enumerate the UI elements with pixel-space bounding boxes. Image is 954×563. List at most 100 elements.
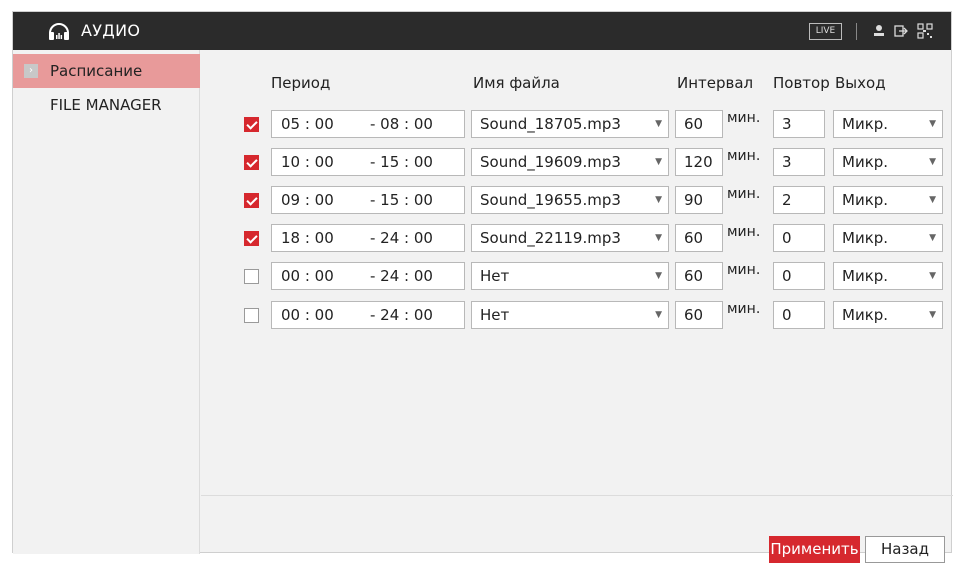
sidebar-item-file-manager[interactable]: FILE MANAGER [13,88,200,122]
column-header-repeat: Повтор [773,74,830,92]
period-end[interactable]: - 15 : 00 [370,149,433,175]
repeat-input[interactable]: 0 [773,224,825,252]
enable-checkbox[interactable] [244,269,259,284]
page-title: АУДИО [81,21,141,40]
repeat-input[interactable]: 2 [773,186,825,214]
file-select-value: Sound_19655.mp3 [480,191,621,209]
repeat-input[interactable]: 0 [773,301,825,329]
output-select[interactable]: Микр. ▼ [833,186,943,214]
output-select[interactable]: Микр. ▼ [833,224,943,252]
sidebar-item-label: Расписание [50,62,143,80]
period-start[interactable]: 00 : 00 [281,263,334,289]
column-header-output: Выход [835,74,886,92]
dropdown-arrow-icon: ▼ [655,119,662,129]
column-header-file: Имя файла [473,74,560,92]
file-select[interactable]: Sound_22119.mp3 ▼ [471,224,669,252]
output-select-value: Микр. [842,115,889,133]
dropdown-arrow-icon: ▼ [655,233,662,243]
dropdown-arrow-icon: ▼ [929,157,936,167]
output-select-value: Микр. [842,229,889,247]
interval-unit: мин. [727,148,761,164]
apply-button[interactable]: Применить [769,536,860,563]
interval-unit: мин. [727,262,761,278]
output-select-value: Микр. [842,306,889,324]
table-row: 18 : 00 - 24 : 00 Sound_22119.mp3 ▼ 60 мин. 0 М… [201,224,953,252]
enable-checkbox[interactable] [244,117,259,132]
live-button[interactable]: LIVE [809,23,842,40]
repeat-input[interactable]: 3 [773,148,825,176]
period-end[interactable]: - 24 : 00 [370,263,433,289]
period-end[interactable]: - 24 : 00 [370,225,433,251]
interval-input[interactable]: 60 [675,301,723,329]
output-select[interactable]: Микр. ▼ [833,301,943,329]
repeat-input[interactable]: 3 [773,110,825,138]
file-select[interactable]: Нет ▼ [471,262,669,290]
dropdown-arrow-icon: ▼ [929,195,936,205]
interval-unit: мин. [727,301,761,317]
period-field[interactable]: 00 : 00 - 24 : 00 [271,301,465,329]
dropdown-arrow-icon: ▼ [929,271,936,281]
period-field[interactable]: 05 : 00 - 08 : 00 [271,110,465,138]
sidebar: › Расписание FILE MANAGER [13,50,200,554]
file-select-value: Sound_22119.mp3 [480,229,621,247]
back-button[interactable]: Назад [865,536,945,563]
period-end[interactable]: - 15 : 00 [370,187,433,213]
period-end[interactable]: - 08 : 00 [370,111,433,137]
qr-icon[interactable] [917,23,933,39]
interval-unit: мин. [727,186,761,202]
table-row: 09 : 00 - 15 : 00 Sound_19655.mp3 ▼ 90 мин. 2 М… [201,186,953,214]
enable-checkbox[interactable] [244,155,259,170]
user-icon[interactable] [871,23,887,39]
toolbar-divider [856,23,857,40]
file-select[interactable]: Нет ▼ [471,301,669,329]
enable-checkbox[interactable] [244,308,259,323]
period-start[interactable]: 09 : 00 [281,187,334,213]
title-bar: АУДИО LIVE [13,12,951,50]
interval-input[interactable]: 120 [675,148,723,176]
dropdown-arrow-icon: ▼ [655,271,662,281]
logout-icon[interactable] [893,23,909,39]
period-field[interactable]: 10 : 00 - 15 : 00 [271,148,465,176]
output-select[interactable]: Микр. ▼ [833,148,943,176]
headphones-icon [49,23,69,40]
table-row: 00 : 00 - 24 : 00 Нет ▼ 60 мин. 0 Микр. ▼ [201,262,953,290]
period-start[interactable]: 00 : 00 [281,302,334,328]
period-start[interactable]: 18 : 00 [281,225,334,251]
repeat-input[interactable]: 0 [773,262,825,290]
column-header-period: Период [271,74,331,92]
sidebar-item-schedule[interactable]: › Расписание [13,54,200,88]
interval-input[interactable]: 90 [675,186,723,214]
table-row: 10 : 00 - 15 : 00 Sound_19609.mp3 ▼ 120 мин. 3… [201,148,953,176]
interval-input[interactable]: 60 [675,110,723,138]
period-start[interactable]: 05 : 00 [281,111,334,137]
interval-input[interactable]: 60 [675,262,723,290]
period-field[interactable]: 00 : 00 - 24 : 00 [271,262,465,290]
file-select-value: Нет [480,267,510,285]
period-start[interactable]: 10 : 00 [281,149,334,175]
dropdown-arrow-icon: ▼ [929,233,936,243]
schedule-panel: Период Имя файла Интервал Повтор Выход 0… [201,50,953,563]
dropdown-arrow-icon: ▼ [929,119,936,129]
dropdown-arrow-icon: ▼ [655,157,662,167]
dropdown-arrow-icon: ▼ [655,310,662,320]
period-field[interactable]: 09 : 00 - 15 : 00 [271,186,465,214]
period-end[interactable]: - 24 : 00 [370,302,433,328]
interval-unit: мин. [727,110,761,126]
interval-unit: мин. [727,224,761,240]
file-select[interactable]: Sound_19655.mp3 ▼ [471,186,669,214]
output-select-value: Микр. [842,191,889,209]
interval-input[interactable]: 60 [675,224,723,252]
period-field[interactable]: 18 : 00 - 24 : 00 [271,224,465,252]
file-select[interactable]: Sound_18705.mp3 ▼ [471,110,669,138]
output-select[interactable]: Микр. ▼ [833,262,943,290]
file-select[interactable]: Sound_19609.mp3 ▼ [471,148,669,176]
enable-checkbox[interactable] [244,193,259,208]
output-select[interactable]: Микр. ▼ [833,110,943,138]
file-select-value: Sound_19609.mp3 [480,153,621,171]
table-row: 05 : 00 - 08 : 00 Sound_18705.mp3 ▼ 60 мин. 3 М… [201,110,953,138]
output-select-value: Микр. [842,267,889,285]
column-header-interval: Интервал [677,74,754,92]
app-window: АУДИО LIVE › Расписание FILE MANAGER Пер… [12,11,953,563]
enable-checkbox[interactable] [244,231,259,246]
footer-divider [201,495,953,496]
